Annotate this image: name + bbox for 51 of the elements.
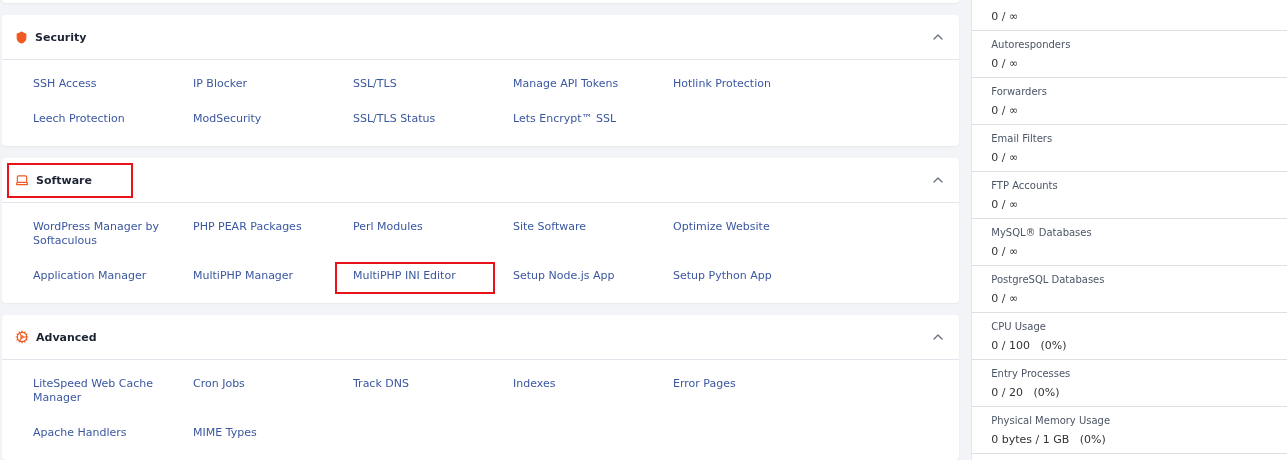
stat-label: FTP Accounts	[991, 179, 1059, 193]
tool-link[interactable]: Hotlink Protection	[655, 70, 815, 102]
tool-link[interactable]: Leech Protection	[15, 105, 175, 137]
tool-link[interactable]: Application Manager	[15, 262, 175, 294]
tool-link[interactable]: Cron Jobs	[175, 370, 335, 416]
tool-link[interactable]: PHP PEAR Packages	[175, 213, 335, 259]
stat-value: 0 / ∞	[991, 198, 1020, 212]
shield-icon	[15, 30, 28, 44]
section-heading: Software	[36, 173, 92, 187]
stat-value: 0 bytes / 1 GB (0%)	[991, 433, 1107, 447]
tool-link[interactable]: SSL/TLS Status	[335, 105, 495, 137]
tool-link[interactable]: Lets Encrypt™ SSL	[495, 105, 655, 137]
stat-label: CPU Usage	[991, 320, 1047, 334]
tool-link[interactable]: Manage API Tokens	[495, 70, 655, 102]
tool-link[interactable]: LiteSpeed Web Cache Manager	[15, 370, 175, 416]
stat-label: Entry Processes	[991, 367, 1072, 381]
stat-value: 0 / 100 (0%)	[991, 339, 1068, 353]
tool-link[interactable]: Setup Node.js App	[495, 262, 655, 294]
tool-link[interactable]: MIME Types	[175, 419, 335, 451]
section-heading: Security	[35, 30, 87, 44]
tool-link[interactable]: Optimize Website	[655, 213, 815, 259]
section-heading: Advanced	[36, 330, 97, 344]
tool-link[interactable]: IP Blocker	[175, 70, 335, 102]
tool-link[interactable]: Indexes	[495, 370, 655, 416]
stat-label: Physical Memory Usage	[991, 414, 1112, 428]
stat-value: 0 / ∞	[991, 245, 1020, 259]
tool-link[interactable]: Track DNS	[335, 370, 495, 416]
stat-value: 0 / ∞	[991, 10, 1020, 24]
tool-link[interactable]: ModSecurity	[175, 105, 335, 137]
stat-value: 0 / ∞	[991, 104, 1020, 118]
stat-label: PostgreSQL Databases	[991, 273, 1106, 287]
tool-link[interactable]: Error Pages	[655, 370, 815, 416]
stat-label: MySQL® Databases	[991, 226, 1093, 240]
tool-link[interactable]: MultiPHP Manager	[175, 262, 335, 294]
tool-link[interactable]: Apache Handlers	[15, 419, 175, 451]
stat-label: Email Filters	[991, 132, 1054, 146]
tool-link[interactable]: Perl Modules	[335, 213, 495, 259]
gears-icon	[15, 330, 29, 344]
stat-label: Autoresponders	[991, 38, 1072, 52]
tool-link[interactable]: Site Software	[495, 213, 655, 259]
stat-label: Forwarders	[991, 85, 1048, 99]
laptop-icon	[15, 173, 29, 187]
stat-value: 0 / ∞	[991, 292, 1020, 306]
stat-value: 0 / ∞	[991, 57, 1020, 71]
stat-value: 0 / 20 (0%)	[991, 386, 1061, 400]
tool-link[interactable]: WordPress Manager by Softaculous	[15, 213, 175, 259]
tool-link[interactable]: SSH Access	[15, 70, 175, 102]
tool-link[interactable]: Setup Python App	[655, 262, 815, 294]
tool-link[interactable]: MultiPHP INI Editor	[335, 262, 495, 294]
stat-value: 0 / ∞	[991, 151, 1020, 165]
tool-link[interactable]: SSL/TLS	[335, 70, 495, 102]
